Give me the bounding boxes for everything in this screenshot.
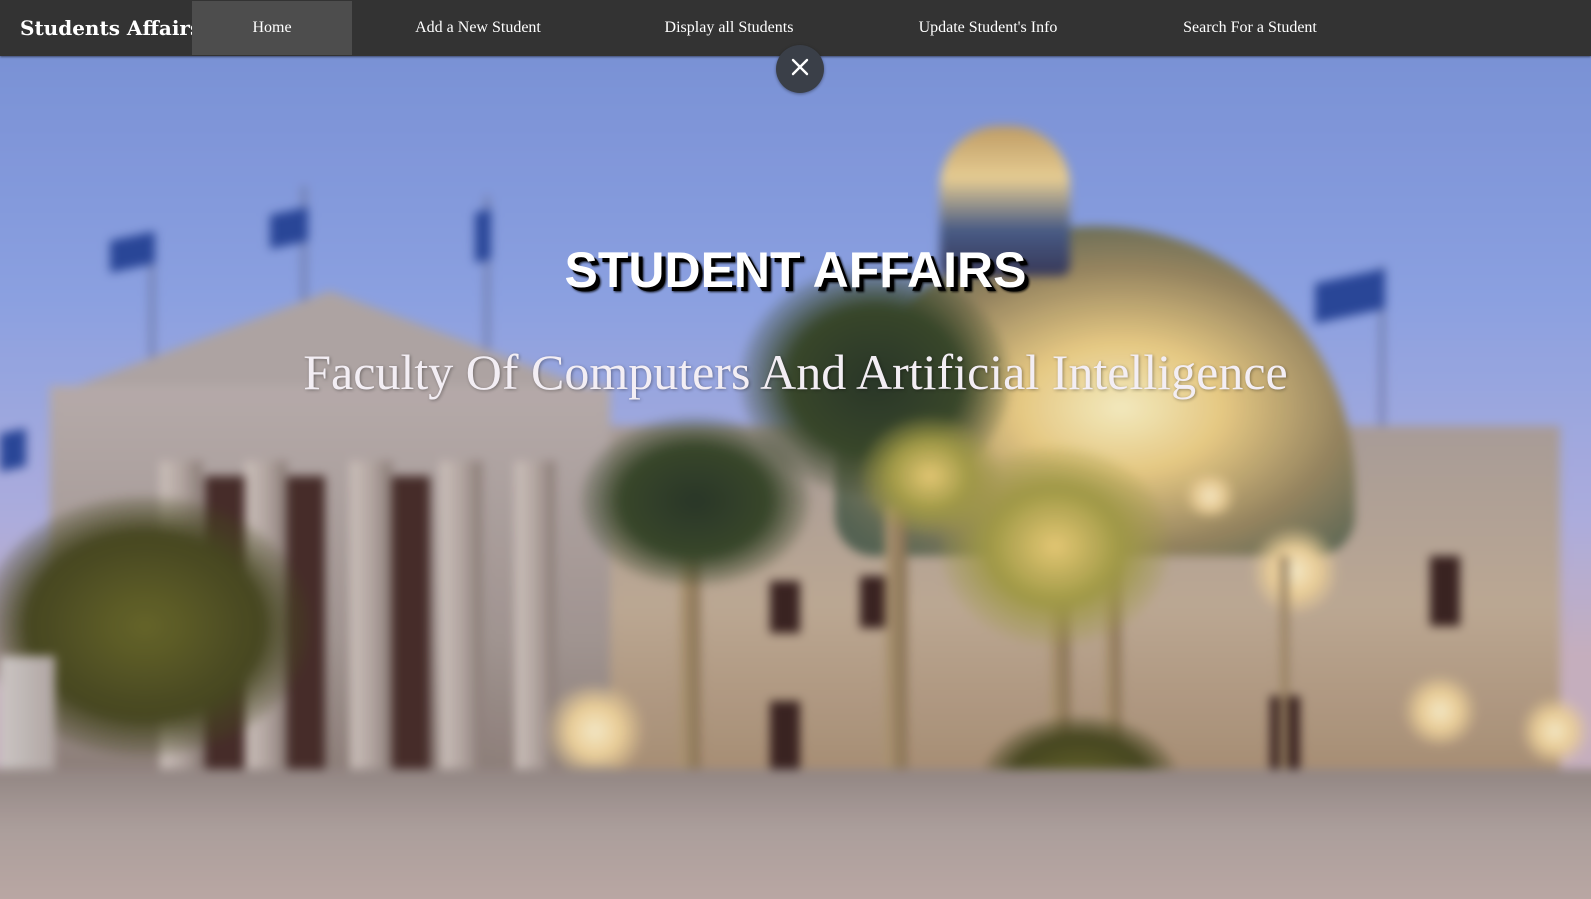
nav-item-search-student[interactable]: Search For a Student — [1122, 0, 1378, 56]
nav-item-update-student[interactable]: Update Student's Info — [854, 0, 1122, 56]
close-button[interactable] — [776, 45, 824, 93]
nav-item-home[interactable]: Home — [192, 1, 352, 55]
hero-title: STUDENT AFFAIRS — [564, 242, 1027, 298]
nav-item-add-student[interactable]: Add a New Student — [352, 0, 604, 56]
nav-item-display-students[interactable]: Display all Students — [604, 0, 854, 56]
hero-banner: STUDENT AFFAIRS Faculty Of Computers And… — [0, 56, 1591, 899]
close-icon — [791, 58, 809, 81]
hero-subtitle: Faculty Of Computers And Artificial Inte… — [303, 344, 1288, 400]
brand-title[interactable]: Students Affairs — [0, 0, 201, 56]
